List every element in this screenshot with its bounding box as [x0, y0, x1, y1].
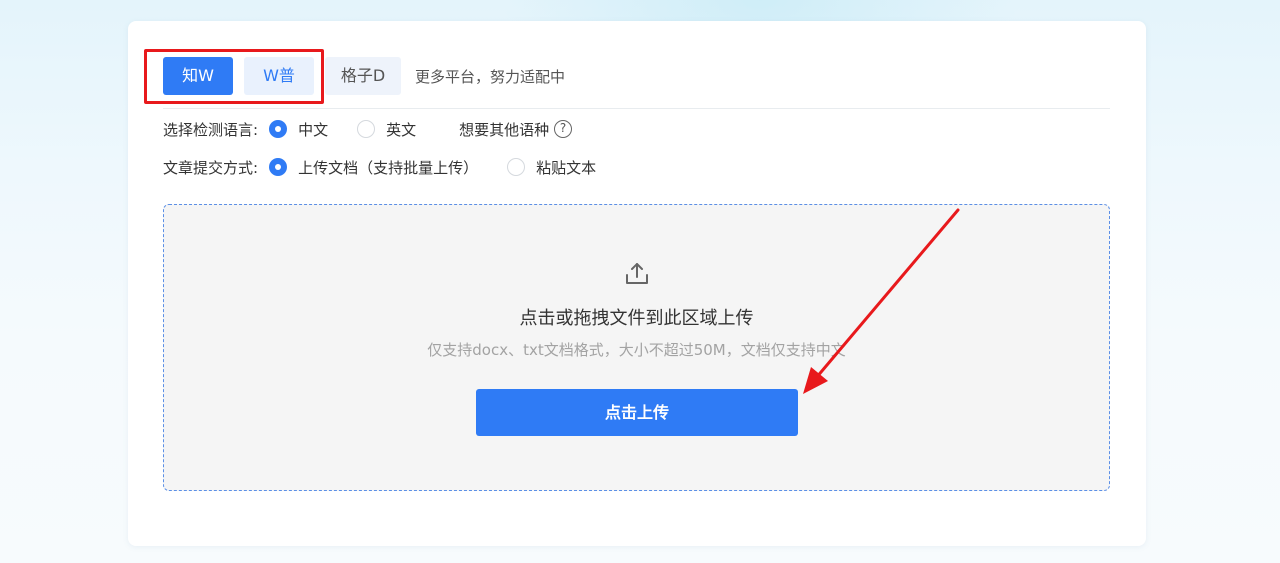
language-selector: 选择检测语言: 中文 英文 想要其他语种 ? [163, 118, 573, 140]
radio-paste-text-label: 粘贴文本 [536, 158, 597, 177]
language-label: 选择检测语言: [163, 120, 259, 139]
upload-icon [626, 263, 648, 284]
other-languages-label: 想要其他语种 [459, 120, 550, 139]
upload-button[interactable]: 点击上传 [476, 389, 798, 436]
radio-chinese[interactable]: 中文 [262, 119, 328, 140]
radio-upload-document-label: 上传文档（支持批量上传） [298, 158, 479, 177]
detection-card: 知W W普 格子D 更多平台，努力适配中 选择检测语言: 中文 英文 想要其他语… [128, 21, 1146, 546]
radio-english[interactable]: 英文 [350, 119, 416, 140]
platform-tabs: 知W W普 格子D 更多平台，努力适配中 [163, 57, 565, 95]
submit-mode-label: 文章提交方式: [163, 158, 259, 177]
more-platforms-note: 更多平台，努力适配中 [415, 67, 566, 86]
radio-chinese-label: 中文 [298, 120, 329, 139]
radio-paste-text[interactable]: 粘贴文本 [500, 157, 596, 178]
upload-hint: 仅支持docx、txt文档格式，大小不超过50M，文档仅支持中文 [427, 341, 846, 359]
radio-unchecked-icon[interactable] [357, 120, 376, 138]
submit-mode-selector: 文章提交方式: 上传文档（支持批量上传） 粘贴文本 [163, 156, 618, 178]
radio-checked-icon[interactable] [269, 158, 288, 176]
radio-upload-document[interactable]: 上传文档（支持批量上传） [262, 157, 478, 178]
radio-english-label: 英文 [386, 120, 417, 139]
tabs-divider [163, 108, 1110, 109]
upload-title: 点击或拖拽文件到此区域上传 [519, 308, 754, 329]
tab-zhiw[interactable]: 知W [163, 57, 233, 95]
tab-wpu[interactable]: W普 [244, 57, 314, 95]
question-circle-icon[interactable]: ? [554, 120, 573, 138]
radio-checked-icon[interactable] [269, 120, 288, 138]
upload-dropzone[interactable]: 点击或拖拽文件到此区域上传 仅支持docx、txt文档格式，大小不超过50M，文… [163, 204, 1110, 491]
tab-gezid[interactable]: 格子D [325, 57, 401, 95]
radio-unchecked-icon[interactable] [507, 158, 526, 176]
other-languages-link[interactable]: 想要其他语种 ? [459, 119, 573, 140]
